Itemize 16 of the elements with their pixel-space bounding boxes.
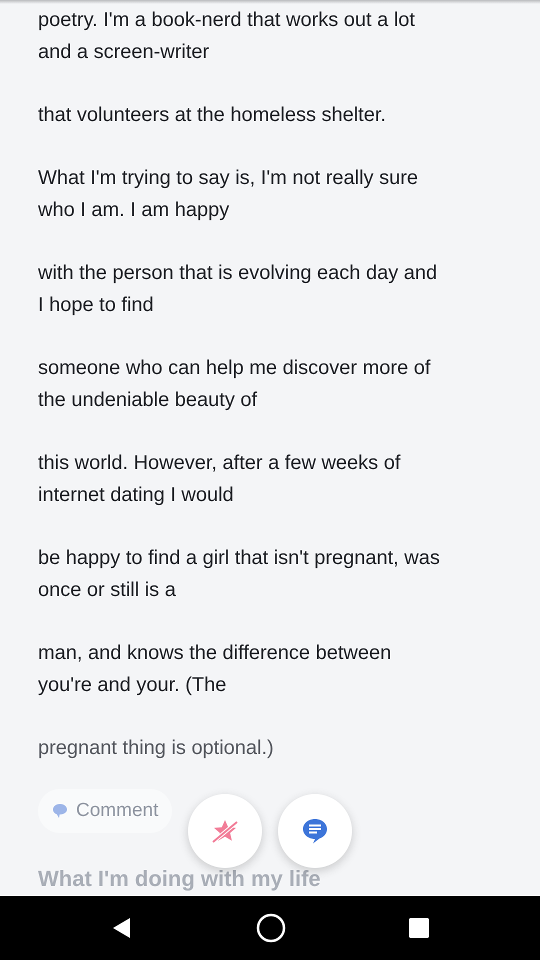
essay-paragraph: someone who can help me discover more of the undeniable beauty of <box>38 356 432 413</box>
speech-bubble-icon <box>52 803 68 819</box>
message-icon <box>302 818 328 844</box>
section-heading: What I'm doing with my life <box>38 867 322 891</box>
essay-paragraph: that volunteers at the homeless shelter. <box>38 103 387 128</box>
crossed-star-icon <box>211 818 239 844</box>
essay-paragraph: man, and knows the difference between you're and your. (The <box>38 641 392 698</box>
comment-button[interactable]: Comment <box>38 789 172 833</box>
home-icon[interactable] <box>256 913 286 943</box>
essay-paragraph: be happy to find a girl that isn't pregnant, was once or still is a <box>38 546 441 603</box>
essay-paragraph: with the person that is evolving each day and I hope to find <box>38 261 438 318</box>
essay-paragraph: pregnant thing is optional.) <box>38 736 275 761</box>
recents-icon[interactable] <box>408 918 429 938</box>
essay-paragraph: this world. However, after a few weeks of internet dating I would <box>38 451 402 508</box>
essay-paragraph: What I'm trying to say is, I'm not really sure who I am. I am happy <box>38 166 419 223</box>
essay-paragraph: poetry. I'm a book-nerd that works out a lot and a screen-writer <box>38 8 416 65</box>
